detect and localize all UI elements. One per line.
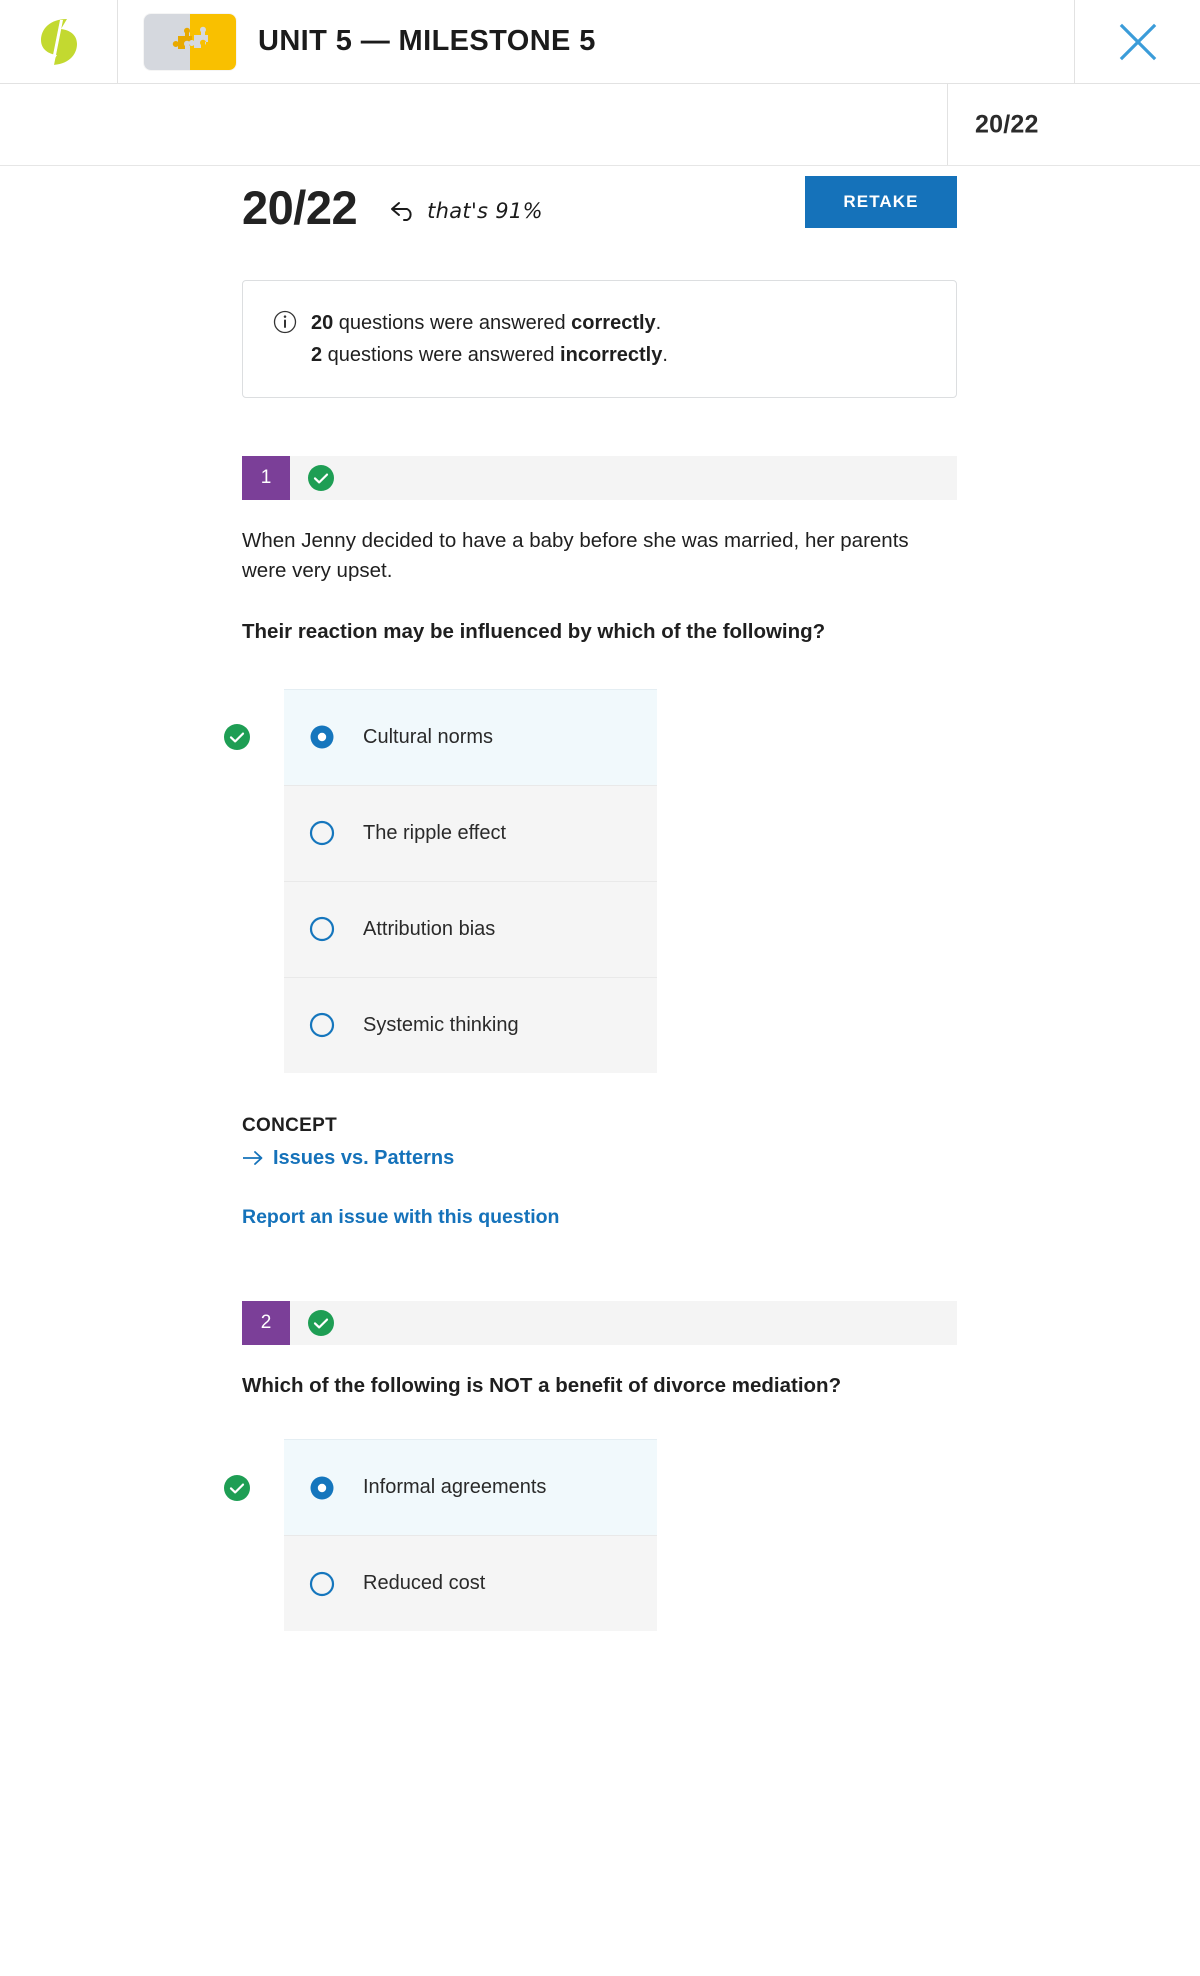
concept-link-row[interactable]: Issues vs. Patterns: [242, 1147, 1200, 1170]
correct-mid: questions were answered: [333, 312, 572, 334]
close-button[interactable]: [1074, 0, 1200, 84]
answer-option-label: Informal agreements: [363, 1476, 547, 1499]
correct-summary-line: 20 questions were answered correctly.: [273, 307, 956, 339]
results-content: 20/22 that's 91% RETAKE 20 questions wer: [0, 170, 1200, 1632]
app-header: UNIT 5 — MILESTONE 5: [0, 0, 1200, 84]
answer-option[interactable]: Reduced cost: [284, 1535, 657, 1632]
correct-answer-check-icon: [224, 724, 250, 751]
answer-option-label: Systemic thinking: [363, 1013, 519, 1036]
prompt-emphasis: NOT: [489, 1373, 533, 1397]
incorrect-mid: questions were answered: [322, 344, 561, 366]
answer-option[interactable]: Cultural norms: [224, 688, 657, 785]
radio-unselected-icon[interactable]: [309, 1571, 335, 1597]
report-issue-link[interactable]: Report an issue with this question: [242, 1206, 559, 1229]
correct-count: 20: [311, 312, 334, 334]
answer-option-label: Cultural norms: [363, 725, 494, 748]
answer-option[interactable]: Informal agreements: [224, 1439, 657, 1536]
concept-section: CONCEPT Issues vs. Patterns Report an is…: [242, 1115, 1200, 1229]
question-block: 2 Which of the following is NOT a benefi…: [224, 1300, 1200, 1632]
concept-label: CONCEPT: [242, 1114, 337, 1136]
prompt-pre: Which of the following is: [242, 1373, 490, 1397]
green-check-circle-icon: [308, 1309, 334, 1336]
question-header: 2: [242, 1300, 957, 1345]
correct-answer-check-icon: [224, 1474, 250, 1501]
question-header: 1: [242, 456, 957, 500]
radio-selected-icon[interactable]: [309, 1475, 335, 1501]
incorrect-summary-text: 2 questions were answered incorrectly.: [311, 339, 668, 371]
green-check-circle-icon: [308, 465, 334, 491]
correct-summary-text: 20 questions were answered correctly.: [311, 307, 661, 339]
score-value: 20/22: [242, 180, 358, 234]
question-number-badge: 2: [242, 1300, 290, 1345]
sticky-score-bar: 20/22: [0, 84, 1200, 166]
course-thumbnail-icon: [144, 13, 236, 70]
close-icon: [1117, 21, 1159, 63]
answer-options: Informal agreements Reduced cost: [224, 1439, 842, 1632]
info-circle-icon: [273, 310, 297, 334]
percent-text: that's 91%: [427, 199, 543, 223]
curved-arrow-icon: [389, 198, 419, 224]
correct-period: .: [655, 312, 662, 334]
answer-option[interactable]: Systemic thinking: [284, 976, 657, 1073]
incorrect-summary-line: 2 questions were answered incorrectly.: [273, 339, 956, 371]
percent-note: that's 91%: [389, 198, 543, 224]
question-number-badge: 1: [242, 456, 290, 500]
retake-button[interactable]: RETAKE: [805, 176, 957, 228]
question-prompt: Their reaction may be influenced by whic…: [242, 619, 826, 643]
answer-option-label: The ripple effect: [363, 821, 507, 844]
question-prompt: Which of the following is NOT a benefit …: [242, 1371, 957, 1401]
answer-option[interactable]: Attribution bias: [284, 880, 657, 977]
score-row: 20/22 that's 91% RETAKE: [242, 170, 1200, 244]
page-title: UNIT 5 — MILESTONE 5: [258, 25, 596, 57]
prompt-post: a benefit of divorce mediation?: [532, 1373, 842, 1397]
question-body: When Jenny decided to have a baby before…: [242, 529, 909, 583]
concept-link[interactable]: Issues vs. Patterns: [273, 1147, 454, 1170]
incorrect-period: .: [662, 344, 668, 366]
results-summary-box: 20 questions were answered correctly. 2 …: [242, 280, 957, 398]
sticky-score-value: 20/22: [975, 110, 1039, 138]
correct-word: correctly: [571, 312, 656, 334]
divider: [947, 84, 948, 165]
answer-option-label: Reduced cost: [363, 1572, 486, 1595]
incorrect-count: 2: [311, 344, 323, 366]
answer-option-label: Attribution bias: [363, 917, 496, 940]
radio-unselected-icon[interactable]: [309, 916, 335, 942]
radio-selected-icon[interactable]: [309, 724, 335, 750]
question-block: 1 When Jenny decided to have a baby befo…: [224, 456, 1200, 1229]
arrow-right-icon: [242, 1149, 264, 1167]
incorrect-word: incorrectly: [560, 344, 663, 366]
radio-unselected-icon[interactable]: [309, 1012, 335, 1038]
logo-slot: [0, 0, 118, 84]
answer-option[interactable]: The ripple effect: [284, 784, 657, 881]
sophia-leaf-logo-icon: [37, 16, 81, 68]
radio-unselected-icon[interactable]: [309, 820, 335, 846]
answer-options: Cultural norms The ripple effect Attribu…: [224, 688, 842, 1073]
